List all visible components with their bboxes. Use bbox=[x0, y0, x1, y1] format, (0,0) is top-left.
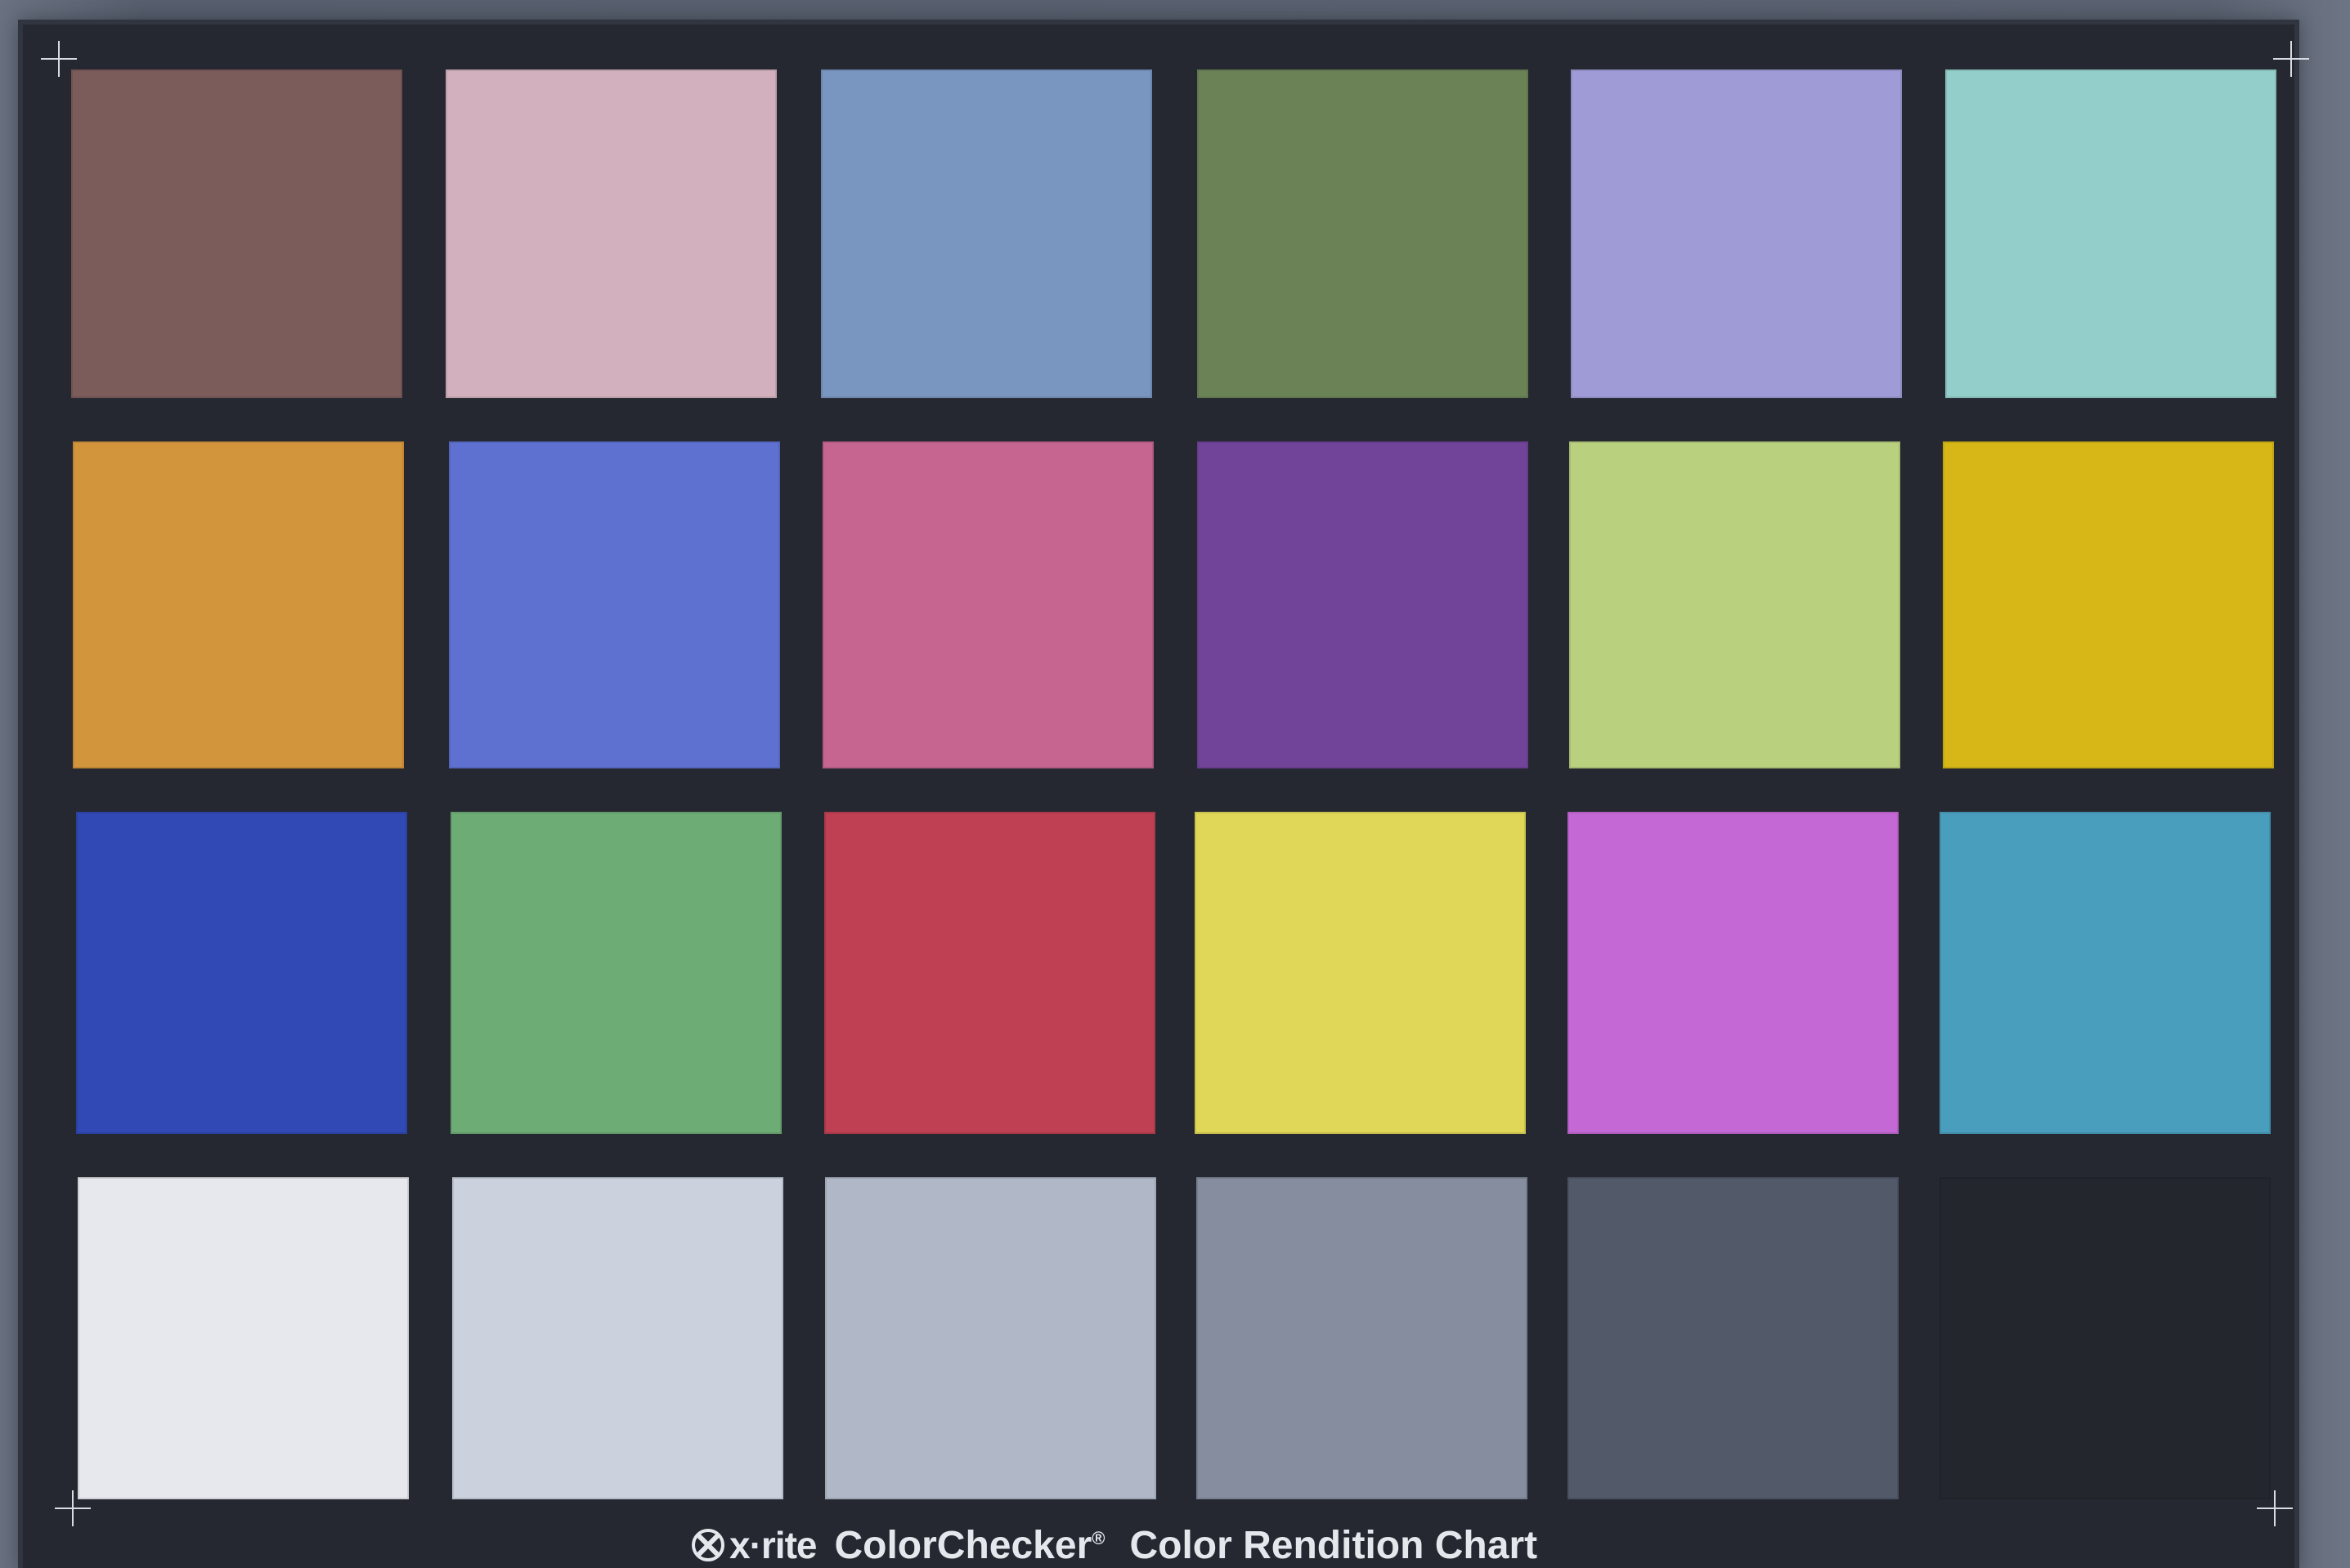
color-patch bbox=[1945, 69, 2276, 398]
color-patch bbox=[78, 1177, 409, 1499]
registration-mark-top-right bbox=[2273, 41, 2309, 77]
xrite-x-icon bbox=[692, 1529, 724, 1561]
color-patch bbox=[824, 812, 1155, 1134]
color-patch bbox=[76, 812, 407, 1134]
brand-name: x·rite bbox=[729, 1524, 817, 1566]
color-patch bbox=[1567, 812, 1899, 1134]
color-patch bbox=[821, 69, 1152, 398]
color-patch bbox=[1567, 1177, 1899, 1499]
product-name-text: ColorChecker bbox=[834, 1523, 1092, 1567]
color-patch bbox=[1197, 69, 1528, 398]
registration-mark-top-left bbox=[41, 41, 77, 77]
xrite-logo: x·rite bbox=[692, 1523, 817, 1567]
chart-footer: x·rite ColorChecker® Color Rendition Cha… bbox=[692, 1522, 1537, 1568]
product-name: ColorChecker® bbox=[834, 1523, 1111, 1568]
color-patch bbox=[1940, 812, 2271, 1134]
color-patch bbox=[1943, 441, 2274, 768]
color-patch bbox=[825, 1177, 1156, 1499]
color-patch bbox=[1195, 812, 1526, 1134]
color-patch bbox=[452, 1177, 783, 1499]
color-patch bbox=[449, 441, 780, 768]
patch-grid bbox=[0, 0, 2350, 1568]
color-patch bbox=[71, 69, 402, 398]
color-patch bbox=[1197, 441, 1528, 768]
color-patch bbox=[823, 441, 1154, 768]
colorchecker-photo: x·rite ColorChecker® Color Rendition Cha… bbox=[0, 0, 2350, 1568]
registration-mark-bottom-left bbox=[55, 1490, 91, 1526]
chart-subtitle: Color Rendition Chart bbox=[1129, 1523, 1538, 1567]
color-patch bbox=[73, 441, 404, 768]
color-patch bbox=[1940, 1177, 2271, 1499]
registration-mark-bottom-right bbox=[2257, 1490, 2293, 1526]
color-patch bbox=[446, 69, 777, 398]
color-patch bbox=[1196, 1177, 1527, 1499]
color-patch bbox=[451, 812, 782, 1134]
color-patch bbox=[1571, 69, 1902, 398]
color-patch bbox=[1569, 441, 1900, 768]
registered-mark: ® bbox=[1092, 1527, 1105, 1548]
